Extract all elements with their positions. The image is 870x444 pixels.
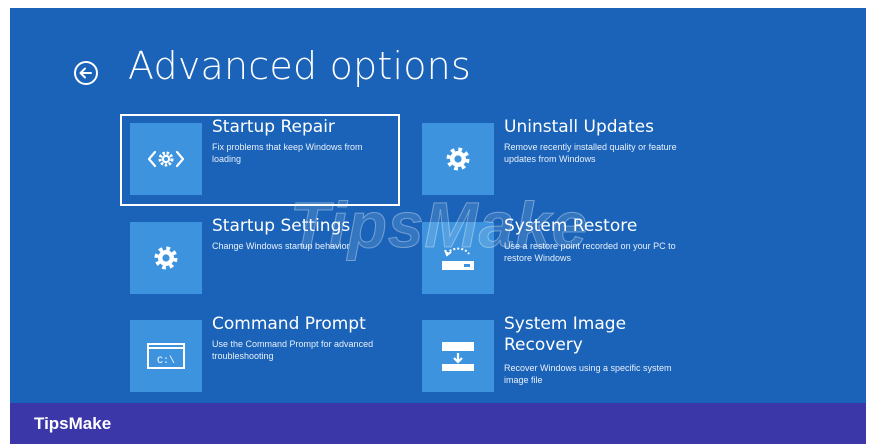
page-title: Advanced options: [128, 44, 471, 88]
back-arrow-button[interactable]: [72, 59, 100, 87]
option-title: Startup Repair: [212, 117, 335, 137]
option-uninstall-updates[interactable]: Uninstall Updates Remove recently instal…: [422, 117, 682, 197]
footer-brand: TipsMake: [34, 414, 112, 433]
option-startup-settings[interactable]: Startup Settings Change Windows startup …: [130, 216, 390, 296]
system-image-icon: [442, 342, 474, 371]
back-arrow-icon: [74, 61, 98, 85]
option-description: Fix problems that keep Windows from load…: [212, 142, 363, 164]
option-description: Recover Windows using a specific system …: [504, 363, 672, 385]
command-prompt-icon: C:\: [147, 343, 185, 369]
command-prompt-icon-box: C:\: [130, 320, 202, 392]
advanced-options-screen: Advanced options Startup Repair Fix prob…: [10, 8, 866, 403]
option-title: Startup Settings: [212, 216, 351, 236]
command-prompt-icon-text: C:\: [157, 355, 175, 367]
option-description: Use the Command Prompt for advanced trou…: [212, 339, 374, 361]
system-restore-icon-box: [422, 222, 494, 294]
gear-icon: [154, 246, 178, 270]
option-system-restore[interactable]: System Restore Use a restore point recor…: [422, 216, 682, 296]
option-system-image-recovery[interactable]: System Image Recovery Recover Windows us…: [422, 314, 682, 394]
uninstall-updates-icon-box: [422, 123, 494, 195]
option-description: Use a restore point recorded on your PC …: [504, 241, 676, 263]
option-description: Change Windows startup behavior: [212, 241, 350, 251]
option-startup-repair[interactable]: Startup Repair Fix problems that keep Wi…: [130, 117, 390, 197]
system-restore-icon: [442, 247, 474, 270]
gear-icon: [446, 147, 470, 171]
startup-repair-icon: [147, 150, 185, 168]
option-title: Command Prompt: [212, 314, 366, 334]
footer-bar: TipsMake: [10, 403, 866, 444]
option-title: System Restore: [504, 216, 638, 236]
option-description: Remove recently installed quality or fea…: [504, 142, 677, 164]
option-command-prompt[interactable]: C:\ Command Prompt Use the Command Promp…: [130, 314, 390, 394]
system-image-icon-box: [422, 320, 494, 392]
startup-repair-icon-box: [130, 123, 202, 195]
startup-settings-icon-box: [130, 222, 202, 294]
option-title: Uninstall Updates: [504, 117, 654, 137]
option-title: System Image Recovery: [504, 314, 627, 355]
